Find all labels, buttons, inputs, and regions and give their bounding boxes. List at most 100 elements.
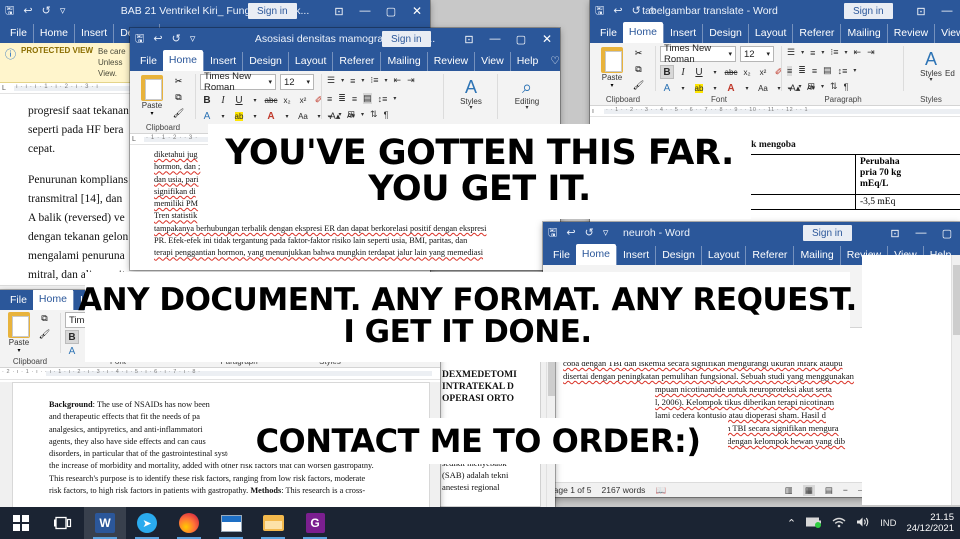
sort-icon[interactable]: ⇅ <box>830 81 838 92</box>
chevron-down-icon[interactable]: ▾ <box>708 81 722 95</box>
minimize-button[interactable]: — <box>482 28 508 50</box>
chevron-down-icon[interactable]: ▾ <box>740 81 754 95</box>
group-font[interactable]: Times New Roman ▾ 12 ▾ B I U ▾ abc x₂ x²… <box>658 43 815 105</box>
tab-review[interactable]: Review <box>426 52 474 71</box>
print-layout-icon[interactable]: ▦ <box>802 484 815 496</box>
bullets-icon[interactable]: ☰ <box>327 75 335 86</box>
multilevel-list-icon[interactable]: ⁝≡ <box>830 47 838 58</box>
group-paragraph[interactable]: ☰▾ ≡▾ ⁝≡▾ ⇤ ⇥ ≡ ≣ ≡ ▤ ↕≡▾ ◒▾ ⊞▾ ⇅ <box>784 43 902 105</box>
tab-layout[interactable]: Layout <box>287 52 333 71</box>
ribbon-display-options-icon[interactable]: ⊡ <box>326 0 352 22</box>
multilevel-list-icon[interactable]: ⁝≡ <box>370 75 378 86</box>
copy-icon[interactable]: ⧉ <box>172 91 185 104</box>
tab-design[interactable]: Design <box>702 24 748 43</box>
font-size-input[interactable]: 12 ▾ <box>280 74 314 90</box>
show-formatting-marks-icon[interactable]: ¶ <box>844 82 849 92</box>
taskbar-item-telegram[interactable]: ➤ <box>126 507 168 539</box>
tell-me-box[interactable]: ♡ Tell me <box>544 52 560 71</box>
borders-icon[interactable]: ⊞ <box>347 109 355 120</box>
strikethrough-button[interactable]: abc <box>724 65 738 79</box>
ruler[interactable]: ı · · 1 · · 2 · · 3 · · 4 · · 5 · · 6 · … <box>590 106 960 117</box>
tab-home[interactable]: Home <box>622 22 663 43</box>
styles-button[interactable]: A Styles ▾ <box>454 78 488 112</box>
ribbon[interactable]: Paste ▾ ✂ ⧉ 🖌 Clipboard Times New Roman … <box>590 43 960 106</box>
superscript-button[interactable]: x² <box>756 65 770 79</box>
paste-button[interactable]: Paste ▾ <box>136 75 168 117</box>
word-window-fragment-right[interactable] <box>862 255 960 505</box>
chevron-down-icon[interactable]: ▾ <box>929 77 932 83</box>
font-color-icon[interactable]: A <box>724 81 738 95</box>
group-clipboard[interactable]: Paste ▾ ✂ ⧉ 🖌 Clipboard <box>132 71 194 133</box>
tab-home[interactable]: Home <box>162 50 203 71</box>
tab-stop-selector[interactable]: L <box>132 136 136 143</box>
paste-button[interactable]: Paste ▾ <box>596 47 628 89</box>
scrollbar-thumb[interactable] <box>953 265 960 335</box>
ruler[interactable]: · 2 · ı · 1 · ı · · ı · 1 · ı · 2 · ı · … <box>0 368 440 380</box>
show-formatting-marks-icon[interactable]: ¶ <box>384 110 389 120</box>
font-name-input[interactable]: Times New Roman ▾ <box>200 71 276 93</box>
strikethrough-button[interactable]: abc <box>264 93 278 107</box>
increase-indent-icon[interactable]: ⇥ <box>867 47 875 58</box>
ribbon-display-options-icon[interactable]: ⊡ <box>882 222 908 244</box>
line-spacing-icon[interactable]: ↕≡ <box>378 94 388 104</box>
chevron-down-icon[interactable]: ▾ <box>280 109 294 123</box>
text-highlight-icon[interactable]: ab <box>232 109 246 123</box>
justify-icon[interactable]: ▤ <box>823 65 832 76</box>
align-center-icon[interactable]: ≣ <box>338 93 346 104</box>
wifi-icon[interactable] <box>832 517 846 530</box>
underline-dropdown-icon[interactable]: ▾ <box>708 65 722 79</box>
minimize-button[interactable]: — <box>934 0 960 22</box>
italic-button[interactable]: I <box>676 65 690 79</box>
subscript-button[interactable]: x₂ <box>280 93 294 107</box>
chevron-down-icon[interactable]: ▾ <box>676 81 690 95</box>
text-effects-icon[interactable]: A <box>65 344 79 358</box>
ribbon-display-options-icon[interactable]: ⊡ <box>456 28 482 50</box>
paste-button[interactable]: Paste ▾ <box>4 312 34 354</box>
show-hidden-icons-button[interactable]: ⌃ <box>787 517 796 530</box>
bold-button[interactable]: B <box>200 93 214 107</box>
text-highlight-icon[interactable]: ab <box>692 81 706 95</box>
tab-review[interactable]: Review <box>886 24 934 43</box>
tab-references[interactable]: Referer <box>745 246 793 265</box>
tab-design[interactable]: Design <box>242 52 288 71</box>
language-indicator[interactable]: IND <box>880 518 896 529</box>
sign-in-button[interactable]: Sign in <box>844 3 893 19</box>
tab-insert[interactable]: Insert <box>73 24 113 43</box>
tab-stop-selector[interactable]: L <box>2 85 6 92</box>
tab-file[interactable]: File <box>547 246 576 265</box>
cut-icon[interactable]: ✂ <box>172 75 185 88</box>
battery-icon[interactable] <box>806 517 822 530</box>
chevron-down-icon[interactable]: ▾ <box>525 105 528 111</box>
bold-button[interactable]: B <box>660 65 674 79</box>
underline-button[interactable]: U <box>232 93 246 107</box>
tab-mailings[interactable]: Mailing <box>380 52 426 71</box>
tab-insert[interactable]: Insert <box>662 24 702 43</box>
tab-home[interactable]: Home <box>32 290 73 310</box>
minimize-button[interactable]: — <box>352 0 378 22</box>
taskbar-item-file-explorer[interactable] <box>252 507 294 539</box>
styles-button[interactable]: A Styles ▾ <box>914 50 948 84</box>
increase-indent-icon[interactable]: ⇥ <box>407 75 415 86</box>
tab-file[interactable]: File <box>594 24 623 43</box>
shading-icon[interactable]: ◒ <box>327 110 332 120</box>
chevron-down-icon[interactable]: ▾ <box>248 109 262 123</box>
group-clipboard[interactable]: Paste ▾ ✂ ⧉ 🖌 Clipboard <box>592 43 654 105</box>
sign-in-button[interactable]: Sign in <box>803 225 852 241</box>
ribbon-tabs[interactable]: File Home Insert Design Layout Referer M… <box>130 50 560 71</box>
bold-button[interactable]: B <box>65 330 79 344</box>
chevron-down-icon[interactable]: ▾ <box>216 109 230 123</box>
format-painter-icon[interactable]: 🖌 <box>38 328 51 341</box>
decrease-indent-icon[interactable]: ⇤ <box>394 75 402 86</box>
zoom-out-button[interactable]: − <box>843 485 848 495</box>
tab-stop-selector[interactable]: ı <box>592 108 594 115</box>
font-size-input[interactable]: 12 ▾ <box>740 46 774 62</box>
subscript-button[interactable]: x₂ <box>740 65 754 79</box>
sort-icon[interactable]: ⇅ <box>370 109 378 120</box>
font-name-input[interactable]: Times New Roman ▾ <box>660 43 736 65</box>
align-right-icon[interactable]: ≡ <box>812 66 817 76</box>
tab-view[interactable]: View <box>474 52 510 71</box>
taskbar-item-pdf-app[interactable]: G <box>294 507 336 539</box>
vertical-scrollbar[interactable] <box>951 255 960 505</box>
numbering-icon[interactable]: ≡ <box>350 76 355 86</box>
start-button[interactable] <box>0 507 42 539</box>
